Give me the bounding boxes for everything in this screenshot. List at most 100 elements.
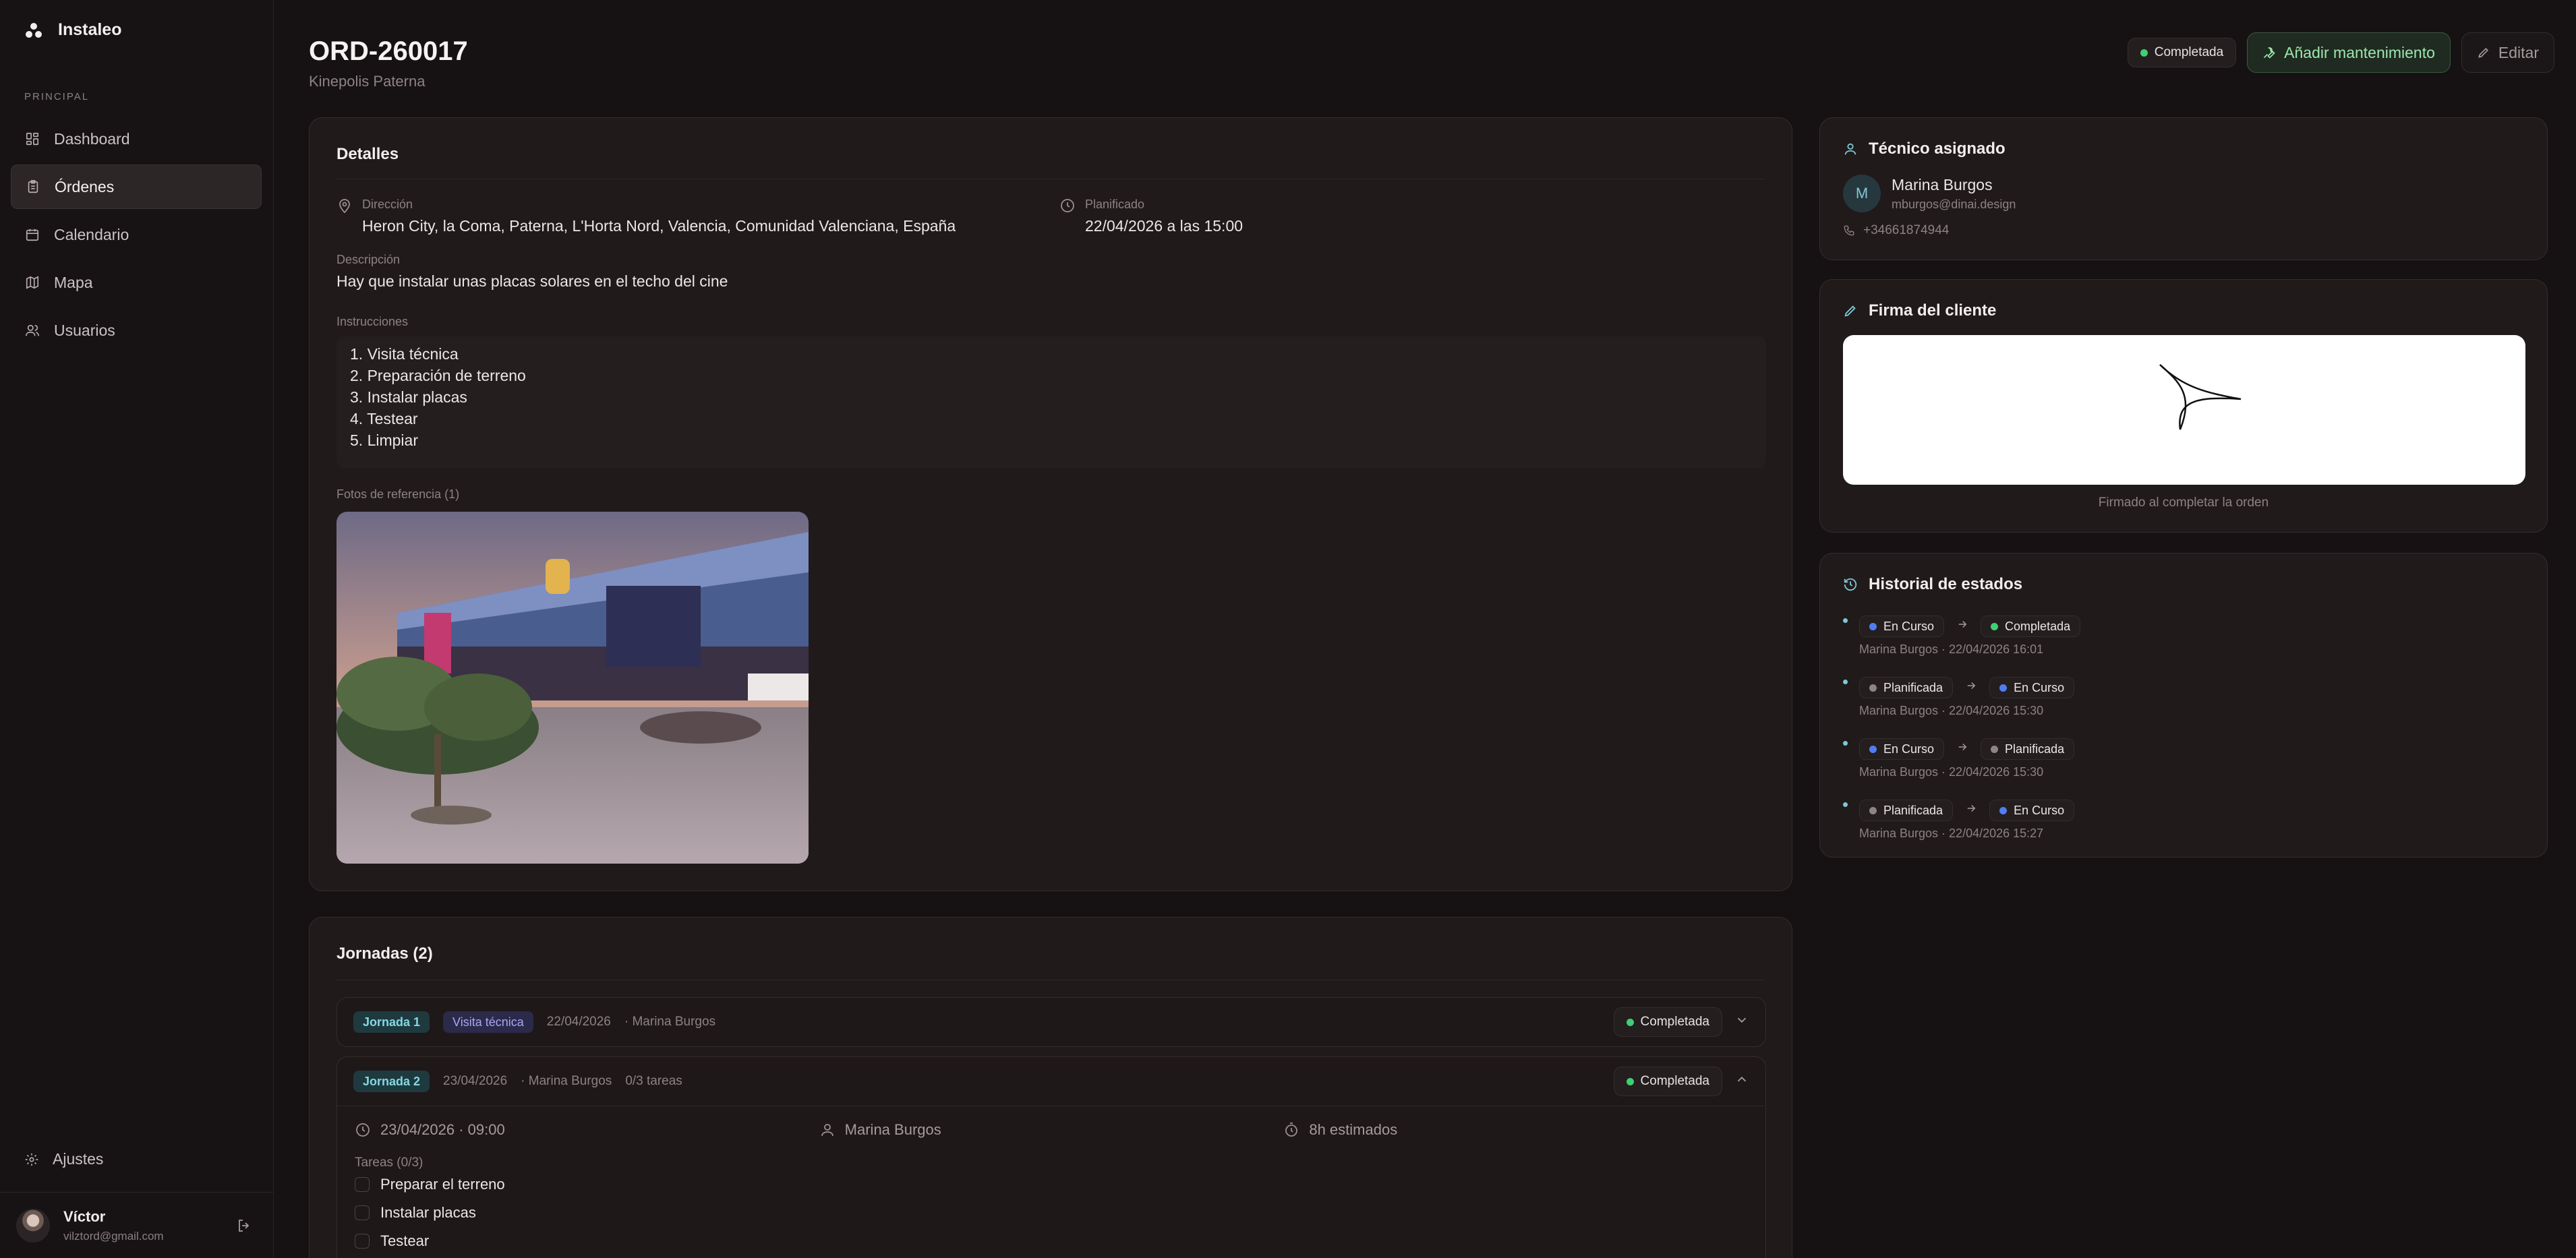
avatar: M	[1843, 175, 1881, 212]
add-maintenance-label: Añadir mantenimiento	[2284, 43, 2435, 61]
task-item[interactable]: Testear	[337, 1227, 1765, 1255]
sidebar-item-calendar[interactable]: Calendario	[11, 212, 262, 257]
arrow-right-icon	[1956, 618, 1968, 634]
list-item: 2. Preparación de terreno	[350, 367, 526, 384]
clock-icon	[1059, 198, 1076, 235]
user-email: vilztord@gmail.com	[63, 1229, 164, 1242]
jornada-datetime-label: 23/04/2026 · 09:00	[380, 1120, 505, 1138]
pencil-icon	[2478, 47, 2488, 58]
task-label: Testear	[380, 1232, 430, 1249]
photos-label: Fotos de referencia (1)	[336, 487, 460, 501]
jornada-date: 23/04/2026	[443, 1074, 508, 1088]
task-item[interactable]: Preparar el terreno	[337, 1170, 1765, 1199]
sidebar-item-users[interactable]: Usuarios	[11, 308, 262, 353]
arrow-right-icon	[1965, 802, 1977, 818]
brand[interactable]: Instaleo	[24, 20, 121, 40]
jornadas-card: Jornadas (2) Jornada 1 Visita técnica 22…	[309, 917, 1792, 1258]
status-dot	[1626, 1018, 1634, 1026]
status-dot	[1626, 1077, 1634, 1085]
add-maintenance-button[interactable]: Añadir mantenimiento	[2247, 32, 2451, 73]
address-value: Heron City, la Coma, Paterna, L'Horta No…	[362, 217, 956, 235]
list-item: 5. Limpiar	[350, 431, 418, 449]
edit-button[interactable]: Editar	[2461, 32, 2554, 73]
address-field: Dirección Heron City, la Coma, Paterna, …	[336, 198, 956, 235]
task-checkbox[interactable]	[355, 1205, 370, 1220]
status-badge: Completada	[2127, 38, 2237, 67]
technician-phone[interactable]: +34661874944	[1843, 223, 1949, 238]
users-icon	[24, 322, 40, 338]
list-item: 3. Instalar placas	[350, 388, 467, 406]
tasks-label: Tareas (0/3)	[355, 1156, 423, 1170]
gear-icon	[25, 1153, 38, 1166]
sidebar-item-map[interactable]: Mapa	[11, 260, 262, 305]
planned-value: 22/04/2026 a las 15:00	[1085, 217, 1243, 235]
jornada-tech: · Marina Burgos	[624, 1015, 716, 1029]
edit-label: Editar	[2498, 43, 2539, 61]
sidebar-item-dashboard[interactable]: Dashboard	[11, 117, 262, 161]
task-item[interactable]: Instalar placas	[337, 1199, 1765, 1227]
jornada-assignee-label: Marina Burgos	[844, 1120, 941, 1138]
signature-image	[1843, 335, 2525, 485]
jornada-item[interactable]: Jornada 2 23/04/2026 · Marina Burgos 0/3…	[336, 1056, 1766, 1258]
status-from: Planificada	[1883, 680, 1943, 694]
user-icon	[821, 1123, 833, 1136]
status-label: Completada	[1640, 1074, 1709, 1088]
sidebar-item-label: Dashboard	[54, 129, 130, 148]
jornada-tech: · Marina Burgos	[521, 1074, 612, 1088]
task-checkbox[interactable]	[355, 1234, 370, 1249]
user-profile[interactable]: Víctor vilztord@gmail.com	[0, 1192, 274, 1258]
jornada-item[interactable]: Jornada 1 Visita técnica 22/04/2026 · Ma…	[336, 997, 1766, 1047]
sidebar-item-label: Calendario	[54, 225, 129, 243]
pen-icon	[1844, 305, 1856, 317]
status-history-card: Historial de estados En Curso Completada…	[1819, 553, 2548, 858]
list-item: 4. Testear	[350, 410, 418, 427]
wrench-icon	[2264, 47, 2275, 59]
status-badge: Planificada	[1859, 800, 1954, 821]
status-badge: Planificada	[1859, 677, 1954, 698]
status-to: Completada	[2005, 619, 2071, 633]
details-card: Detalles Dirección Heron City, la Coma, …	[309, 117, 1792, 891]
description-label: Descripción	[336, 253, 401, 266]
chevron-up-icon[interactable]	[1734, 1072, 1749, 1091]
status-badge: En Curso	[1989, 677, 2075, 698]
jornada-datetime: 23/04/2026 · 09:00	[355, 1121, 819, 1139]
list-item: 1. Visita técnica	[350, 345, 459, 363]
reference-photo[interactable]	[336, 512, 809, 864]
dashboard-icon	[24, 131, 40, 147]
sidebar-item-settings[interactable]: Ajustes	[24, 1150, 103, 1168]
status-badge: Completada	[1613, 1007, 1722, 1037]
status-to: En Curso	[2014, 803, 2065, 817]
history-meta: Marina Burgos · 22/04/2026 15:30	[1859, 704, 2044, 717]
sidebar: Instaleo PRINCIPAL Dashboard Órdenes Cal…	[0, 0, 274, 1258]
sidebar-item-label: Órdenes	[55, 177, 115, 196]
phone-icon	[1844, 225, 1854, 236]
jornada-date: 22/04/2026	[546, 1015, 611, 1029]
technician-name: Marina Burgos	[1892, 176, 1993, 193]
logout-button[interactable]	[236, 1218, 252, 1238]
technician-email[interactable]: mburgos@dinai.design	[1892, 198, 2016, 212]
history-title-label: Historial de estados	[1869, 575, 2023, 593]
sidebar-item-orders[interactable]: Órdenes	[11, 164, 262, 209]
page-subtitle: Kinepolis Paterna	[309, 73, 426, 90]
task-checkbox[interactable]	[355, 1177, 370, 1192]
logout-icon	[239, 1220, 250, 1232]
app-name: Instaleo	[58, 20, 122, 39]
main-nav: Dashboard Órdenes Calendario Mapa Usuari…	[11, 117, 262, 356]
description-value: Hay que instalar unas placas solares en …	[336, 272, 728, 290]
instructions-list: 1. Visita técnica 2. Preparación de terr…	[336, 336, 1766, 469]
jornada-estimate-label: 8h estimados	[1309, 1120, 1398, 1138]
status-badge: En Curso	[1859, 616, 1945, 637]
history-icon	[1844, 578, 1857, 591]
clipboard-icon	[25, 179, 41, 195]
signature-caption: Firmado al completar la orden	[2098, 496, 2269, 510]
status-label: Completada	[2154, 45, 2224, 59]
logo-icon	[24, 21, 43, 40]
description-field: Descripción Hay que instalar unas placas…	[336, 253, 728, 291]
status-from: En Curso	[1883, 619, 1935, 633]
status-dot	[2140, 49, 2148, 57]
status-from: Planificada	[1883, 803, 1943, 817]
page-title: ORD-260017	[309, 36, 468, 66]
chevron-down-icon[interactable]	[1734, 1013, 1749, 1031]
jornada-tag: Jornada 2	[353, 1071, 430, 1092]
history-title: Historial de estados	[1843, 575, 2022, 594]
